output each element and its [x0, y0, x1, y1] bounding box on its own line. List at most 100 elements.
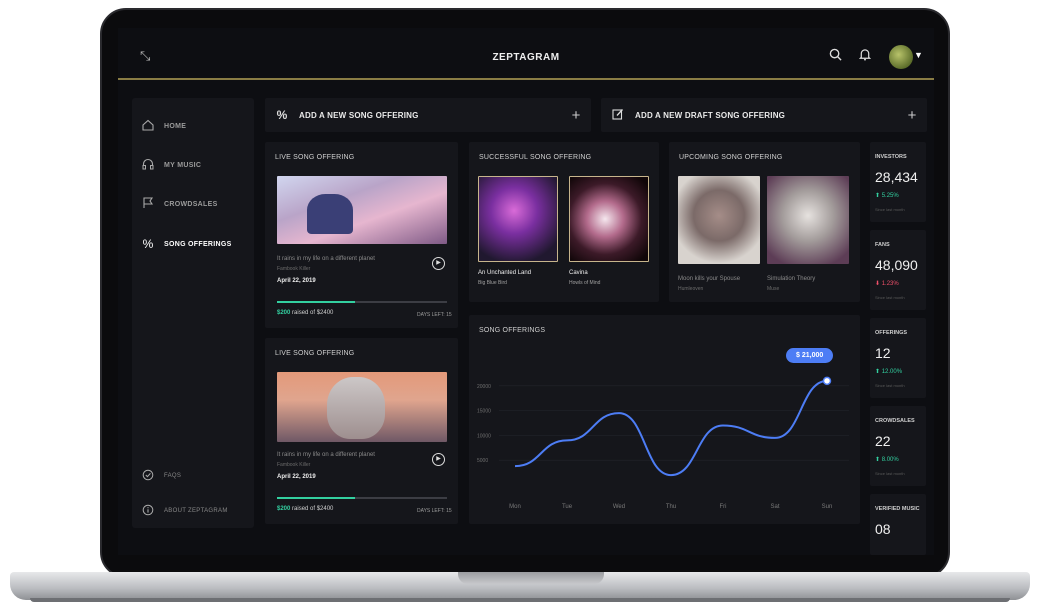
top-bar: ⤡ ZEPTAGRAM ▼: [118, 28, 934, 80]
search-icon[interactable]: [829, 48, 842, 64]
album-art[interactable]: [277, 176, 447, 244]
caret-down-icon[interactable]: ▼: [914, 50, 923, 60]
stat-value: 12: [875, 345, 891, 361]
raised-amount: $200: [277, 506, 291, 512]
live-offering-card[interactable]: LIVE SONG OFFERING It rains in my life o…: [265, 142, 458, 328]
song-title: Cavina: [569, 270, 588, 276]
stat-note: Since last month: [875, 295, 905, 300]
stat-note: Since last month: [875, 207, 905, 212]
percent-icon: %: [276, 108, 288, 122]
stat-change-value: 1.23%: [881, 281, 899, 287]
raised-goal: raised of $2400: [292, 506, 334, 512]
album-art[interactable]: [277, 372, 447, 442]
laptop-notch: [458, 572, 604, 584]
stat-crowdsales: CROWDSALES 22 ⬆ 8.00% Since last month: [870, 406, 926, 486]
upcoming-offering-card: UPCOMING SONG OFFERING Moon kills your S…: [669, 142, 860, 302]
add-song-offering-label: ADD A NEW SONG OFFERING: [299, 110, 419, 120]
chart-tooltip: $ 21,000: [786, 348, 834, 363]
percent-icon: %: [142, 237, 154, 251]
card-title: SUCCESSFUL SONG OFFERING: [479, 154, 592, 161]
avatar[interactable]: [889, 45, 913, 69]
app-screen: ⤡ ZEPTAGRAM ▼ HOME MY MUSIC CROWDSALES %…: [118, 28, 934, 555]
song-title: Moon kills your Spouse: [678, 276, 741, 282]
sidebar-item-my-music[interactable]: MY MUSIC: [132, 155, 254, 175]
progress-bar: [277, 301, 447, 303]
artist-name: Humleoven: [678, 286, 704, 292]
stat-change: ⬆ 12.00%: [875, 369, 903, 375]
stat-offerings: OFFERINGS 12 ⬆ 12.00% Since last month: [870, 318, 926, 398]
play-icon[interactable]: ▶: [432, 453, 445, 466]
artist-name: Howls of Mind: [569, 280, 601, 286]
add-draft-offering-button[interactable]: ADD A NEW DRAFT SONG OFFERING +: [601, 98, 927, 132]
stat-label: VERIFIED MUSIC: [875, 506, 920, 512]
stat-value: 28,434: [875, 169, 918, 185]
stat-note: Since last month: [875, 383, 905, 388]
stat-change: ⬆ 8.00%: [875, 457, 899, 463]
laptop-foot: [30, 598, 1010, 602]
days-left: DAYS LEFT: 15: [417, 508, 452, 514]
song-title: It rains in my life on a different plane…: [277, 256, 375, 262]
x-tick-label: Sun: [822, 504, 833, 510]
stat-change-value: 5.25%: [881, 193, 899, 199]
song-title: An Unchanted Land: [478, 270, 532, 276]
sidebar-item-crowdsales[interactable]: CROWDSALES: [132, 194, 254, 214]
stat-fans: FANS 48,090 ⬇ 1.23% Since last month: [870, 230, 926, 310]
y-tick-label: 5000: [477, 458, 488, 464]
successful-offering-card: SUCCESSFUL SONG OFFERING An Unchanted La…: [469, 142, 659, 302]
home-icon: [132, 119, 164, 134]
check-circle-icon: [132, 469, 164, 484]
sidebar-item-label: CROWDSALES: [164, 200, 218, 208]
stat-value: 08: [875, 521, 891, 537]
card-title: LIVE SONG OFFERING: [275, 154, 355, 161]
offering-date: April 22, 2019: [277, 278, 316, 284]
plus-icon[interactable]: +: [897, 107, 927, 124]
x-tick-label: Wed: [613, 504, 625, 510]
song-title: Simulation Theory: [767, 276, 816, 282]
edit-icon: [601, 108, 635, 123]
stat-change-value: 12.00%: [881, 369, 903, 375]
sidebar-item-song-offerings[interactable]: % SONG OFFERINGS: [132, 234, 254, 254]
artist-name: Big Blue Bird: [478, 280, 507, 286]
y-tick-label: 10000: [477, 433, 491, 439]
album-art[interactable]: [678, 176, 760, 264]
artist-name: Fambook Killer: [277, 462, 311, 468]
sidebar-item-label: FAQS: [164, 473, 182, 479]
add-song-offering-button[interactable]: % ADD A NEW SONG OFFERING +: [265, 98, 591, 132]
stat-value: 22: [875, 433, 891, 449]
bell-icon[interactable]: [858, 48, 872, 64]
sidebar-item-faqs[interactable]: FAQS: [132, 466, 254, 486]
play-icon[interactable]: ▶: [432, 257, 445, 270]
album-art[interactable]: [478, 176, 558, 262]
brand-title: ZEPTAGRAM: [492, 52, 560, 63]
x-tick-label: Fri: [720, 504, 727, 510]
stat-investors: INVESTORS 28,434 ⬆ 5.25% Since last mont…: [870, 142, 926, 222]
stat-label: FANS: [875, 242, 890, 248]
song-offerings-chart-card: SONG OFFERINGS 20000 15000 10000 5000 Mon Tue…: [469, 315, 860, 524]
raised-amount: $200: [277, 310, 291, 316]
sidebar-item-label: HOME: [164, 122, 187, 130]
sidebar: HOME MY MUSIC CROWDSALES % SONG OFFERING…: [132, 98, 254, 528]
info-icon: [132, 504, 164, 519]
stat-change-value: 8.00%: [881, 457, 899, 463]
card-title: UPCOMING SONG OFFERING: [679, 154, 783, 161]
raised-text: $200 raised of $2400: [277, 506, 333, 512]
progress-bar: [277, 497, 447, 499]
y-tick-label: 20000: [477, 384, 491, 390]
data-point[interactable]: [822, 376, 832, 386]
artist-name: Fambook Killer: [277, 266, 311, 272]
progress-fill: [277, 497, 356, 499]
album-art[interactable]: [767, 176, 849, 264]
headphones-icon: [132, 158, 164, 173]
flag-icon: [132, 196, 164, 212]
sidebar-item-home[interactable]: HOME: [132, 116, 254, 136]
stat-value: 48,090: [875, 257, 918, 273]
sidebar-item-about[interactable]: ABOUT ZEPTAGRAM: [132, 501, 254, 521]
live-offering-card[interactable]: LIVE SONG OFFERING It rains in my life o…: [265, 338, 458, 524]
progress-fill: [277, 301, 356, 303]
plus-icon[interactable]: +: [561, 107, 591, 124]
artist-name: Muse: [767, 286, 780, 292]
stat-change: ⬆ 5.25%: [875, 193, 899, 199]
card-title: LIVE SONG OFFERING: [275, 350, 355, 357]
album-art[interactable]: [569, 176, 649, 262]
days-left: DAYS LEFT: 15: [417, 312, 452, 318]
